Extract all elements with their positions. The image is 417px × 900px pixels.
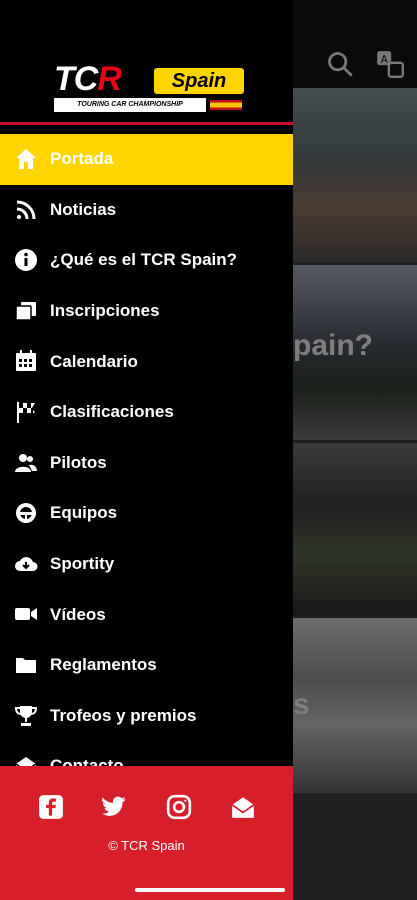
menu-item-label: Calendario: [50, 351, 138, 371]
spain-flag-icon: [210, 100, 242, 110]
users-icon: [15, 453, 37, 472]
rss-icon: [16, 200, 36, 219]
menu-item-label: Vídeos: [50, 604, 106, 624]
steering-wheel-icon: [16, 503, 36, 524]
menu-item-inscripciones[interactable]: Inscripciones: [0, 286, 293, 337]
drawer-header: TCR Spain TOURING CAR CHAMPIONSHIP: [0, 0, 293, 125]
mail-open-icon: [15, 757, 37, 766]
home-icon: [16, 149, 36, 169]
menu-item-calendario[interactable]: Calendario: [0, 336, 293, 387]
menu-item-label: Portada: [50, 149, 114, 169]
facebook-icon[interactable]: [38, 794, 64, 820]
logo-spain-badge: Spain: [154, 68, 244, 94]
calendar-icon: [16, 350, 36, 372]
copyright-text: © TCR Spain: [108, 838, 185, 853]
logo-tcr-text: TCR: [54, 60, 122, 98]
menu-item-que-es[interactable]: ¿Qué es el TCR Spain?: [0, 235, 293, 286]
instagram-icon[interactable]: [166, 794, 192, 820]
checkered-flag-icon: [17, 401, 35, 423]
menu-item-contacto[interactable]: Contacto: [0, 741, 293, 766]
logo-subtitle: TOURING CAR CHAMPIONSHIP: [54, 98, 206, 112]
twitter-icon[interactable]: [101, 794, 127, 820]
drawer-menu: Portada Noticias ¿Qué es el TCR Spain? I…: [0, 134, 293, 766]
menu-item-noticias[interactable]: Noticias: [0, 185, 293, 236]
menu-item-videos[interactable]: Vídeos: [0, 589, 293, 640]
menu-item-pilotos[interactable]: Pilotos: [0, 438, 293, 489]
menu-item-equipos[interactable]: Equipos: [0, 488, 293, 539]
menu-item-label: Inscripciones: [50, 301, 160, 321]
copy-icon: [15, 301, 36, 321]
menu-item-label: Noticias: [50, 199, 117, 219]
trophy-icon: [14, 705, 38, 726]
menu-item-label: ¿Qué es el TCR Spain?: [50, 250, 238, 270]
menu-item-label: Contacto: [50, 756, 124, 766]
menu-item-label: Equipos: [50, 503, 118, 523]
cloud-download-icon: [15, 556, 38, 571]
drawer-footer: © TCR Spain: [0, 766, 293, 900]
folder-icon: [16, 657, 36, 673]
menu-item-label: Sportity: [50, 554, 115, 574]
menu-item-label: Clasificaciones: [50, 402, 174, 422]
menu-item-trofeos[interactable]: Trofeos y premios: [0, 691, 293, 742]
menu-item-sportity[interactable]: Sportity: [0, 539, 293, 590]
menu-item-label: Pilotos: [50, 452, 107, 472]
menu-item-clasificaciones[interactable]: Clasificaciones: [0, 387, 293, 438]
video-camera-icon: [15, 608, 37, 621]
navigation-drawer: TCR Spain TOURING CAR CHAMPIONSHIP Porta…: [0, 0, 293, 900]
menu-item-portada[interactable]: Portada: [0, 134, 293, 185]
menu-item-reglamentos[interactable]: Reglamentos: [0, 640, 293, 691]
menu-item-label: Trofeos y premios: [50, 705, 197, 725]
menu-item-label: Reglamentos: [50, 655, 157, 675]
home-indicator[interactable]: [135, 888, 285, 892]
header-divider: [0, 122, 293, 125]
info-icon: [15, 249, 37, 272]
tcr-spain-logo: TCR Spain TOURING CAR CHAMPIONSHIP: [54, 62, 244, 112]
mail-open-icon[interactable]: [230, 794, 256, 820]
